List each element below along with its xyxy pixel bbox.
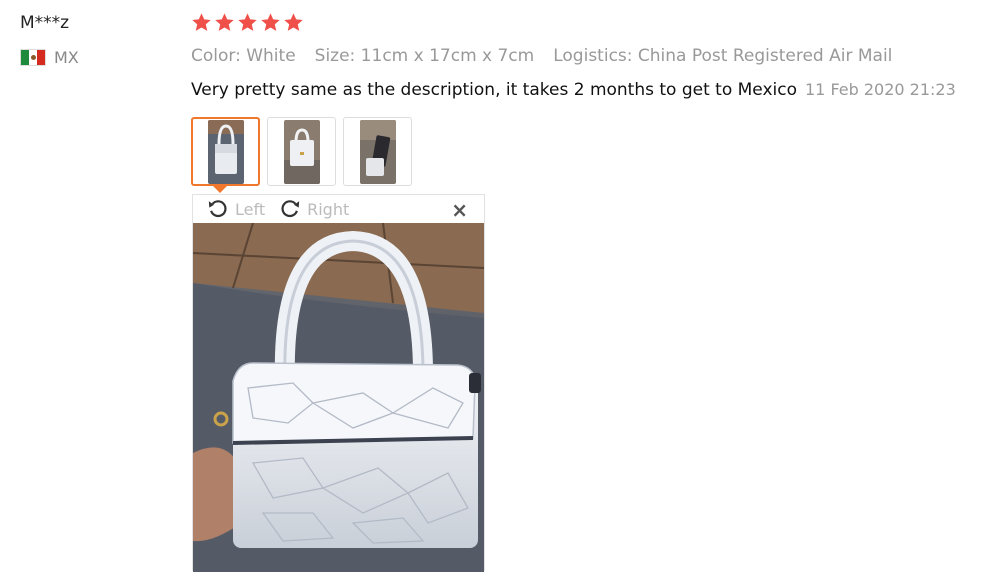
star-icon [238,13,257,31]
attr-logistics: Logistics: China Post Registered Air Mai… [553,46,893,66]
reviewer-country: MX [20,48,79,67]
review-text: Very pretty same as the description, it … [191,80,797,100]
star-icon [192,13,211,31]
rotate-right-icon[interactable] [279,198,301,220]
product-attributes: Color: White Size: 11cm x 17cm x 7cm Log… [191,46,892,66]
review-body: Very pretty same as the description, it … [191,80,956,100]
star-icon [215,13,234,31]
close-icon[interactable]: × [451,198,468,222]
image-viewer: Left Right × [192,194,485,572]
review-thumbnails [191,117,412,186]
review-thumbnail[interactable] [191,117,260,186]
country-code: MX [54,48,79,67]
star-icon [261,13,280,31]
rotate-left-label[interactable]: Left [235,200,265,219]
star-icon [284,13,303,31]
attr-size: Size: 11cm x 17cm x 7cm [314,46,535,66]
star-rating [191,12,304,33]
rotate-left-icon[interactable] [207,198,229,220]
viewer-toolbar: Left Right × [193,195,484,223]
flag-mx-icon [20,49,46,66]
review-thumbnail[interactable] [343,117,412,186]
review-photo [193,223,484,572]
review-date: 11 Feb 2020 21:23 [805,80,956,99]
selected-thumbnail-pointer [212,185,228,193]
review-thumbnail[interactable] [267,117,336,186]
attr-color: Color: White [191,46,296,66]
rotate-right-label[interactable]: Right [307,200,349,219]
reviewer-name: M***z [20,13,70,33]
